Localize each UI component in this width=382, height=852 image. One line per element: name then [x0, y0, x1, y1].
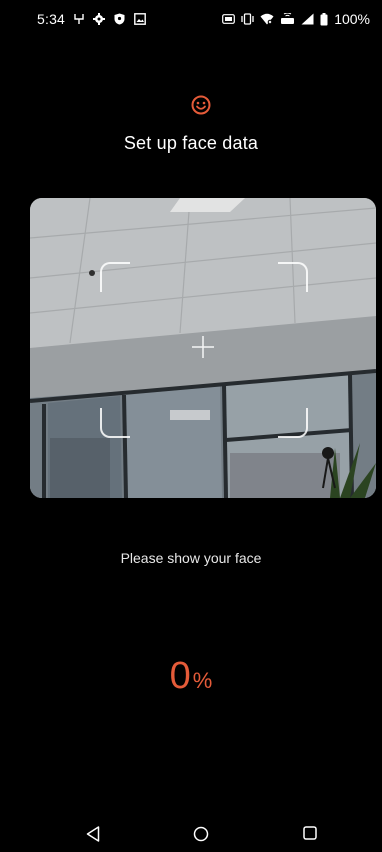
camera-preview [30, 198, 376, 498]
alarm-clock-icon [74, 14, 84, 24]
settings-gear-icon [93, 13, 106, 25]
crosshair-icon [192, 336, 214, 358]
face-smile-icon [191, 95, 211, 115]
nfc-icon [222, 14, 236, 24]
status-bar-right: 100% [222, 11, 370, 27]
shield-icon [114, 13, 125, 25]
progress-value: 0 [169, 655, 191, 697]
image-icon [134, 13, 146, 25]
status-time: 5:34 [37, 11, 66, 27]
battery-icon [320, 12, 328, 25]
frame-corner-top-left [100, 262, 130, 292]
wifi-icon [260, 13, 274, 25]
page-title: Set up face data [123, 133, 259, 153]
frame-corner-top-right [278, 262, 308, 292]
progress-unit: % [192, 668, 213, 693]
vibrate-icon [241, 13, 254, 25]
instruction-text: Please show your face [120, 550, 262, 566]
home-circle-icon[interactable] [193, 826, 209, 842]
status-bar: 5:34 100% [0, 0, 382, 34]
navigation-bar [0, 818, 382, 852]
back-triangle-icon[interactable] [86, 826, 100, 842]
status-bar-left: 5:34 [37, 11, 146, 27]
frame-corner-bottom-left [100, 408, 130, 438]
frame-corner-bottom-right [278, 408, 308, 438]
recents-square-icon[interactable] [303, 826, 317, 840]
progress-indicator: 0% [0, 655, 382, 698]
signal-icon [301, 13, 314, 25]
volte-icon [281, 13, 295, 24]
battery-percentage: 100% [334, 11, 370, 27]
